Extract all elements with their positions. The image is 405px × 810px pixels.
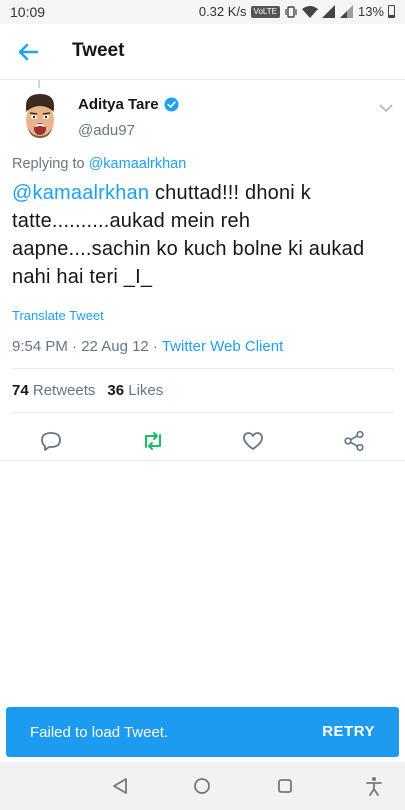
- share-button[interactable]: [339, 426, 369, 456]
- likes-count: 36: [107, 382, 125, 399]
- signal-icon: [321, 4, 335, 18]
- thread-line: [38, 80, 40, 88]
- nav-home-button[interactable]: [190, 774, 214, 798]
- divider: [12, 368, 394, 369]
- battery-percent: 13%: [357, 4, 384, 19]
- circle-home-icon: [194, 778, 210, 794]
- status-time: 10:09: [10, 4, 46, 20]
- reply-icon: [41, 432, 61, 451]
- vibrate-icon: [285, 5, 297, 18]
- replying-to-link[interactable]: @kamaalrkhan: [89, 156, 187, 172]
- volte-badge: VoLTE: [250, 5, 280, 18]
- author-handle[interactable]: @adu97: [78, 122, 135, 139]
- status-bar: 10:09 0.32 K/s VoLTE 13%: [0, 0, 405, 24]
- wifi-icon: [301, 5, 318, 18]
- translate-tweet-link[interactable]: Translate Tweet: [12, 308, 104, 323]
- tweet-timestamp: 9:54 PM · 22 Aug 12 ·: [12, 338, 162, 355]
- tweet-mention[interactable]: @kamaalrkhan: [12, 182, 149, 204]
- like-button[interactable]: [238, 426, 268, 456]
- tweet-client-link[interactable]: Twitter Web Client: [162, 338, 283, 355]
- replying-to: Replying to @kamaalrkhan: [12, 156, 186, 172]
- back-button[interactable]: [10, 36, 46, 68]
- square-recents-icon: [278, 779, 292, 793]
- likes-count-link[interactable]: 36 Likes: [107, 382, 163, 399]
- system-nav-bar: [0, 762, 405, 810]
- battery-icon: [388, 5, 395, 18]
- chevron-down-icon: [379, 104, 393, 113]
- snackbar-message: Failed to load Tweet.: [30, 724, 169, 741]
- signal-icon-2: [339, 4, 353, 18]
- engagement-counts: 74 Retweets 36 Likes: [12, 382, 163, 399]
- divider: [0, 460, 405, 461]
- like-icon: [243, 432, 263, 450]
- app-bar: Tweet: [0, 24, 405, 80]
- retweets-label: Retweets: [32, 382, 96, 399]
- retweets-count-link[interactable]: 74 Retweets: [12, 382, 95, 399]
- retry-button[interactable]: RETRY: [322, 723, 375, 740]
- tweet-meta: 9:54 PM · 22 Aug 12 · Twitter Web Client: [12, 338, 283, 355]
- author-name[interactable]: Aditya Tare: [78, 96, 159, 113]
- status-right: 0.32 K/s VoLTE 13%: [199, 4, 395, 19]
- author-name-row[interactable]: Aditya Tare: [78, 96, 179, 113]
- error-snackbar: Failed to load Tweet. RETRY: [6, 707, 399, 757]
- action-bar: [0, 420, 405, 460]
- page-title: Tweet: [72, 40, 125, 61]
- verified-badge-icon: [164, 97, 179, 112]
- arrow-left-icon: [18, 43, 38, 61]
- accessibility-icon: [366, 777, 382, 796]
- retweet-icon: [145, 432, 161, 450]
- nav-recents-button[interactable]: [273, 774, 297, 798]
- divider: [12, 412, 394, 413]
- tweet-menu-button[interactable]: [379, 100, 393, 118]
- retweet-button[interactable]: [138, 426, 168, 456]
- avatar-illustration-icon: [26, 94, 54, 138]
- replying-prefix: Replying to: [12, 156, 89, 172]
- likes-label: Likes: [128, 382, 164, 399]
- network-speed: 0.32 K/s: [198, 4, 247, 19]
- reply-button[interactable]: [36, 426, 66, 456]
- avatar[interactable]: [18, 92, 62, 146]
- tweet-text: @kamaalrkhan chuttad!!! dhoni k tatte...…: [12, 179, 392, 291]
- retweets-count: 74: [12, 382, 29, 399]
- triangle-back-icon: [113, 778, 127, 794]
- nav-back-button[interactable]: [108, 774, 132, 798]
- share-icon: [344, 430, 364, 452]
- nav-accessibility-button[interactable]: [362, 774, 386, 798]
